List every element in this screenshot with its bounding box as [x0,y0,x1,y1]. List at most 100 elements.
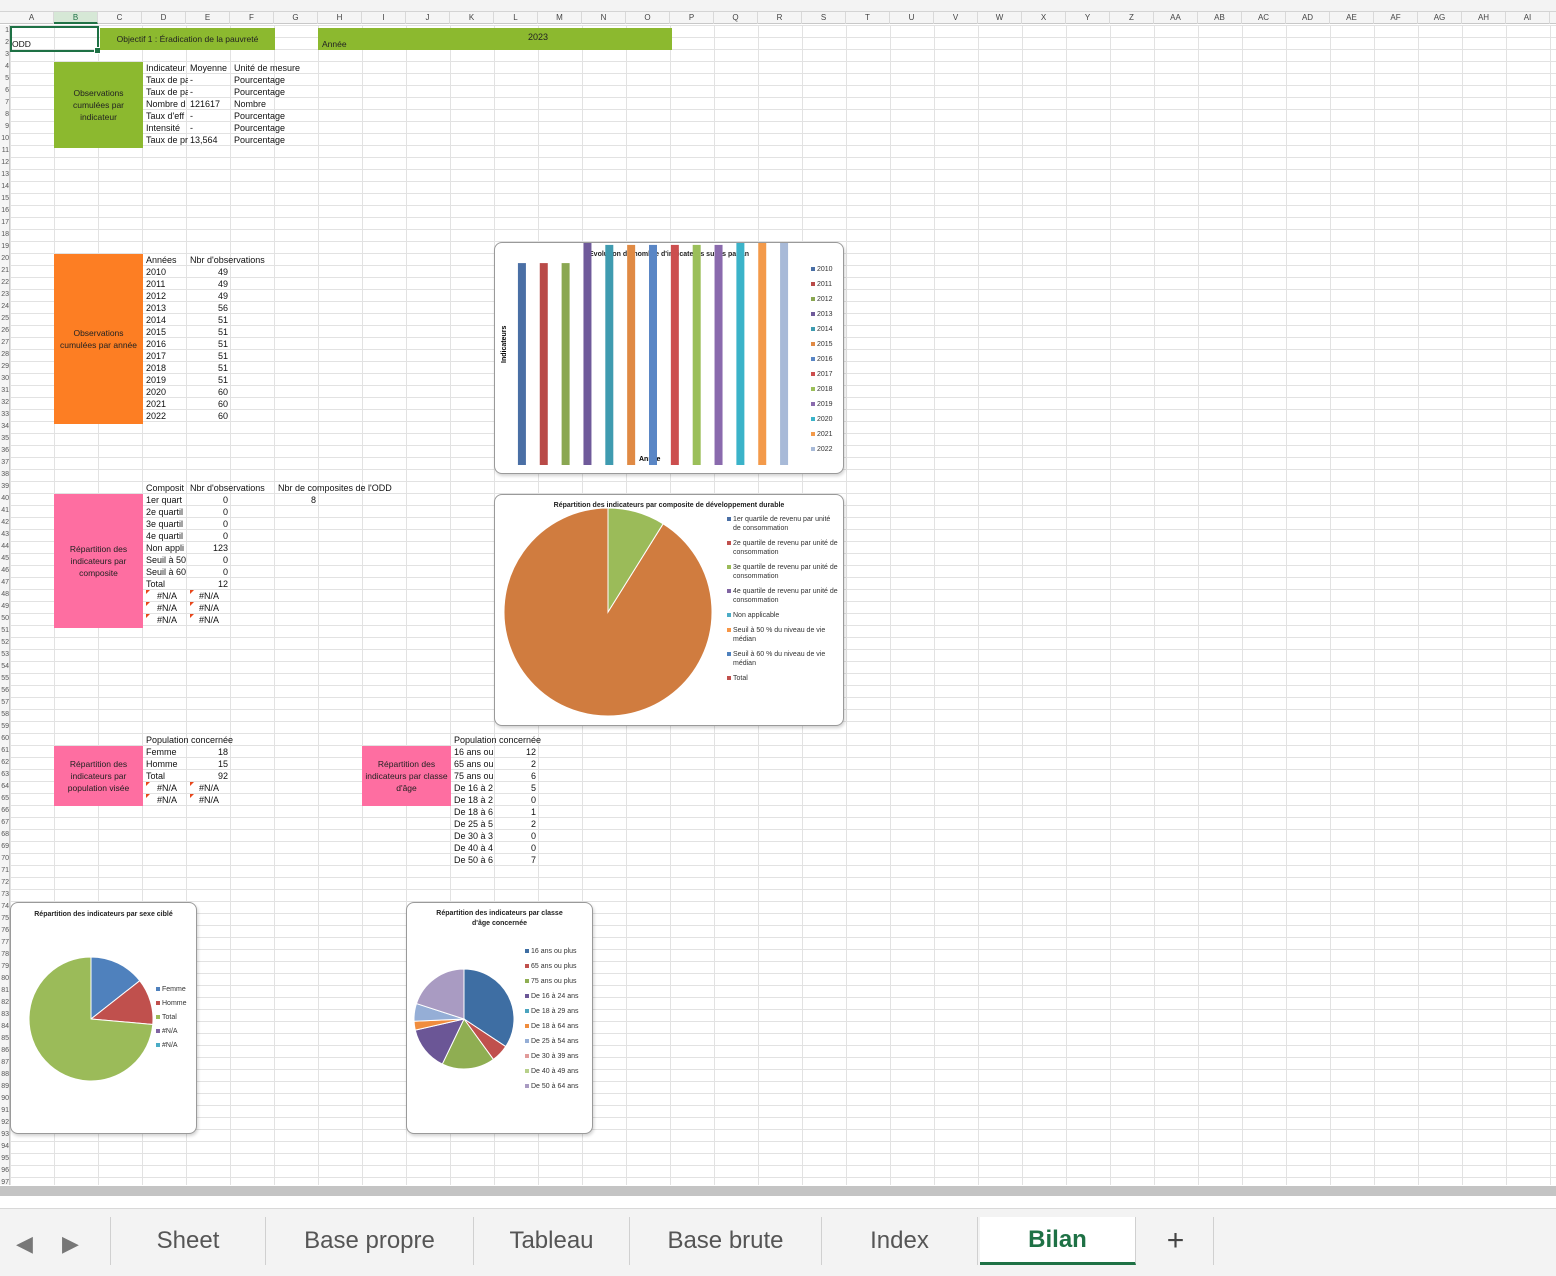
year-cell[interactable]: 2017 [146,350,188,362]
column-header-s[interactable]: S [802,12,846,24]
unit-header[interactable]: Unité de mesure [234,62,304,74]
age-count-cell[interactable]: 0 [498,842,536,854]
years-count-header[interactable]: Nbr d'observations [190,254,280,266]
year-count-cell[interactable]: 51 [190,326,228,338]
row-header[interactable]: 77 [0,937,9,949]
row-header[interactable]: 3 [0,49,9,61]
row-header[interactable]: 72 [0,877,9,889]
row-header[interactable]: 74 [0,901,9,913]
pie-chart-composite[interactable]: Répartition des indicateurs par composit… [494,494,844,726]
row-header[interactable]: 30 [0,373,9,385]
row-header[interactable]: 79 [0,961,9,973]
row-header[interactable]: 36 [0,445,9,457]
column-header-ae[interactable]: AE [1330,12,1374,24]
tab-base-propre[interactable]: Base propre [266,1217,474,1265]
row-header[interactable]: 13 [0,169,9,181]
row-header[interactable]: 20 [0,253,9,265]
column-header-x[interactable]: X [1022,12,1066,24]
years-header[interactable]: Années [146,254,188,266]
composite-name-cell[interactable]: 1er quart [146,494,188,506]
row-header[interactable]: 11 [0,145,9,157]
row-header[interactable]: 41 [0,505,9,517]
age-count-cell[interactable]: 0 [498,794,536,806]
age-count-cell[interactable]: 2 [498,818,536,830]
column-header-k[interactable]: K [450,12,494,24]
column-header-i[interactable]: I [362,12,406,24]
age-name-cell[interactable]: De 50 à 6 [454,854,496,866]
bar-chart-years[interactable]: Evolution du nombre d'indicateurs suivis… [494,242,844,474]
age-count-cell[interactable]: 6 [498,770,536,782]
row-header[interactable]: 43 [0,529,9,541]
indicator-mean-cell[interactable]: 13,564 [190,134,228,146]
row-header[interactable]: 31 [0,385,9,397]
row-header[interactable]: 56 [0,685,9,697]
indicator-mean-cell[interactable]: 121617 [190,98,228,110]
row-header[interactable]: 16 [0,205,9,217]
indicator-mean-cell[interactable]: - [190,122,228,134]
tab-tableau[interactable]: Tableau [474,1217,630,1265]
row-header[interactable]: 17 [0,217,9,229]
tab-base-brute[interactable]: Base brute [630,1217,822,1265]
year-cell[interactable]: 2020 [146,386,188,398]
row-header[interactable]: 64 [0,781,9,793]
composite-name-cell[interactable]: Total [146,578,188,590]
indicator-unit-cell[interactable]: Pourcentage [234,74,304,86]
column-header-ag[interactable]: AG [1418,12,1462,24]
year-count-cell[interactable]: 51 [190,362,228,374]
row-header[interactable]: 48 [0,589,9,601]
age-count-cell[interactable]: 1 [498,806,536,818]
row-header[interactable]: 62 [0,757,9,769]
column-header-w[interactable]: W [978,12,1022,24]
population-header[interactable]: Population concernée [146,734,246,746]
composite-header[interactable]: Composit [146,482,188,494]
row-header[interactable]: 53 [0,649,9,661]
column-header-g[interactable]: G [274,12,318,24]
population-count-cell[interactable]: #N/A [190,794,228,806]
year-count-cell[interactable]: 51 [190,350,228,362]
year-cell[interactable]: 2019 [146,374,188,386]
row-header[interactable]: 54 [0,661,9,673]
row-header[interactable]: 91 [0,1105,9,1117]
year-count-cell[interactable]: 51 [190,314,228,326]
composite-count-cell[interactable]: #N/A [190,614,228,626]
age-count-cell[interactable]: 5 [498,782,536,794]
indicator-unit-cell[interactable]: Pourcentage [234,122,304,134]
row-header[interactable]: 38 [0,469,9,481]
objective-cell[interactable]: Objectif 1 : Éradication de la pauvreté [100,28,275,50]
row-header[interactable]: 58 [0,709,9,721]
tab-bilan[interactable]: Bilan [980,1217,1136,1265]
composite-name-cell[interactable]: #N/A [146,590,188,602]
composite-count-cell[interactable]: 0 [190,494,228,506]
row-header[interactable]: 21 [0,265,9,277]
column-header-u[interactable]: U [890,12,934,24]
row-header[interactable]: 70 [0,853,9,865]
column-header-d[interactable]: D [142,12,186,24]
year-cell[interactable]: 2011 [146,278,188,290]
row-header[interactable]: 40 [0,493,9,505]
row-header[interactable]: 42 [0,517,9,529]
year-count-cell[interactable]: 60 [190,398,228,410]
row-header[interactable]: 12 [0,157,9,169]
age-name-cell[interactable]: 16 ans ou [454,746,496,758]
age-count-cell[interactable]: 12 [498,746,536,758]
composite-name-cell[interactable]: Seuil à 50 [146,554,188,566]
age-name-cell[interactable]: 65 ans ou [454,758,496,770]
indicator-unit-cell[interactable]: Pourcentage [234,86,304,98]
composite-name-cell[interactable]: #N/A [146,602,188,614]
row-header[interactable]: 94 [0,1141,9,1153]
row-header[interactable]: 25 [0,313,9,325]
row-header[interactable]: 10 [0,133,9,145]
row-header[interactable]: 75 [0,913,9,925]
row-header[interactable]: 6 [0,85,9,97]
row-header[interactable]: 73 [0,889,9,901]
row-header[interactable]: 24 [0,301,9,313]
age-name-cell[interactable]: 75 ans ou [454,770,496,782]
year-cell[interactable]: 2016 [146,338,188,350]
year-cell[interactable]: 2014 [146,314,188,326]
age-name-cell[interactable]: De 30 à 3 [454,830,496,842]
composite-count-cell[interactable]: 0 [190,530,228,542]
next-sheet-icon[interactable]: ▶ [62,1231,79,1257]
row-header[interactable]: 26 [0,325,9,337]
row-header[interactable]: 96 [0,1165,9,1177]
year-count-cell[interactable]: 49 [190,290,228,302]
